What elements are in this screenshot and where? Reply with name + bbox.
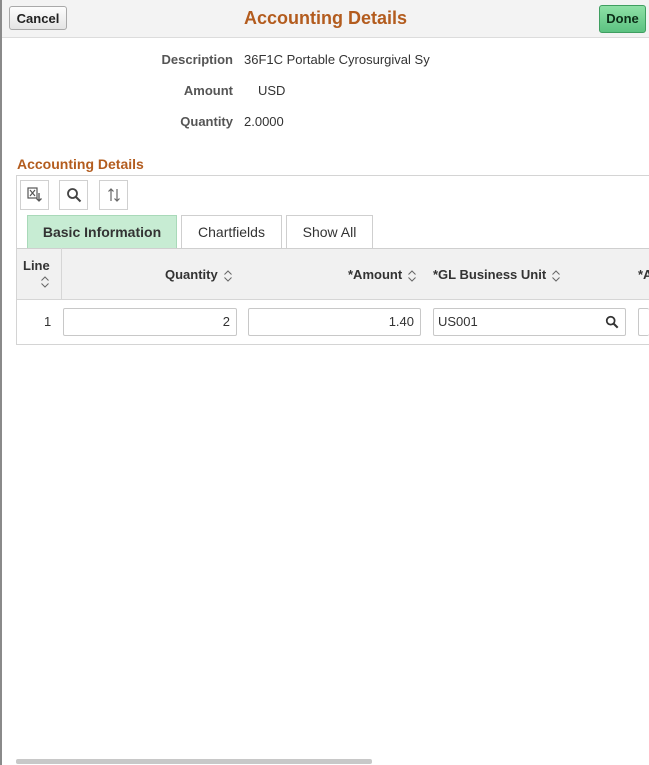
description-row: Description 36F1C Portable Cyrosurgival …: [0, 50, 649, 70]
description-value: 36F1C Portable Cyrosurgival Sy: [244, 52, 430, 67]
line-sort-icon[interactable]: [40, 276, 50, 288]
quantity-label: Quantity: [180, 114, 233, 129]
amount-label: Amount: [183, 83, 233, 98]
next-column-input-partial[interactable]: [638, 308, 649, 336]
find-button[interactable]: [59, 180, 88, 210]
section-title: Accounting Details: [17, 156, 144, 172]
description-label: Description: [161, 52, 233, 67]
export-button[interactable]: [20, 180, 49, 210]
quantity-row: Quantity 2.0000: [0, 112, 649, 132]
export-icon: [26, 187, 42, 202]
quantity-value: 2.0000: [244, 114, 284, 129]
page-title: Accounting Details: [243, 8, 408, 28]
quantity-sort-icon: [223, 269, 232, 282]
horizontal-scrollbar[interactable]: [16, 759, 372, 764]
gl-business-unit-sort-icon: [552, 269, 561, 282]
column-header-gl-business-unit-label: *GL Business Unit: [433, 267, 547, 282]
gl-business-unit-value: US001: [438, 314, 478, 329]
tab-chartfields[interactable]: Chartfields: [181, 215, 282, 248]
lookup-search-icon[interactable]: [605, 315, 619, 329]
cancel-button[interactable]: Cancel: [9, 6, 67, 30]
amount-sort-icon: [408, 269, 417, 282]
amount-value: USD: [258, 83, 286, 98]
done-button[interactable]: Done: [599, 5, 646, 33]
column-header-next-partial[interactable]: *A: [638, 267, 649, 282]
column-separator: [61, 248, 62, 300]
quantity-input[interactable]: 2: [63, 308, 237, 336]
header-bar: Accounting Details Cancel Done: [2, 0, 649, 38]
column-header-amount-label: *Amount: [348, 267, 403, 282]
column-header-line[interactable]: Line: [23, 258, 50, 273]
sort-icon: [107, 188, 120, 202]
sort-button[interactable]: [99, 180, 128, 210]
gl-business-unit-input[interactable]: US001: [433, 308, 626, 336]
column-header-amount[interactable]: *Amount: [348, 267, 417, 282]
column-header-line-label: Line: [23, 258, 50, 273]
amount-input[interactable]: 1.40: [248, 308, 421, 336]
column-header-gl-business-unit[interactable]: *GL Business Unit: [433, 267, 561, 282]
column-header-quantity[interactable]: Quantity: [165, 267, 233, 282]
amount-row: Amount USD: [0, 81, 649, 101]
row-line-number: 1: [44, 314, 52, 329]
tab-basic-information[interactable]: Basic Information: [27, 215, 177, 248]
tab-show-all[interactable]: Show All: [286, 215, 373, 248]
column-header-quantity-label: Quantity: [165, 267, 218, 282]
search-icon: [66, 188, 81, 203]
